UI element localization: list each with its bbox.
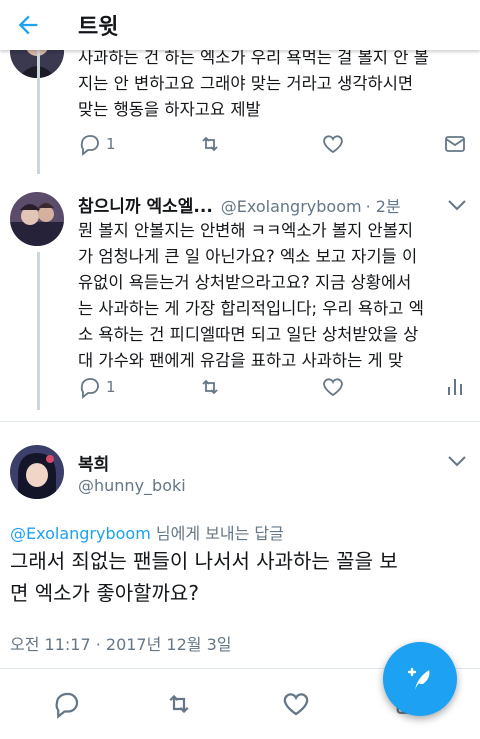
tweet-line: 뭔 볼지 안볼지는 안변해 ㅋㅋ엑소가 볼지 안볼지 xyxy=(78,221,414,240)
like-icon xyxy=(323,378,343,397)
avatar[interactable] xyxy=(10,445,64,499)
chevron-down-icon[interactable] xyxy=(446,198,468,212)
main-tweet-text: 그래서 죄없는 팬들이 나서서 사과하는 꼴을 보 면 엑소가 좋아할까요? xyxy=(10,545,398,609)
retweet-icon xyxy=(202,136,218,152)
reply-to-handle[interactable]: @Exolangryboom xyxy=(10,524,151,543)
thread-connector xyxy=(37,252,40,410)
tweet-line: 면 엑소가 좋아할까요? xyxy=(10,581,199,605)
top-app-bar: 트윗 xyxy=(0,0,480,50)
tweet-timestamp[interactable]: 오전 11:17 · 2017년 12월 3일 xyxy=(10,631,231,655)
divider xyxy=(0,421,480,422)
reply-icon xyxy=(80,378,99,399)
like-icon[interactable] xyxy=(281,689,311,719)
user-handle[interactable]: @Exolangryboom xyxy=(221,197,362,216)
reply-count: 1 xyxy=(106,378,116,396)
message-button[interactable] xyxy=(443,132,467,156)
retweet-button[interactable] xyxy=(198,132,222,156)
display-name[interactable]: 참으니까 엑소엘... xyxy=(78,197,213,217)
compose-tweet-button[interactable] xyxy=(383,642,457,716)
page-title: 트윗 xyxy=(78,15,119,40)
analytics-icon xyxy=(448,379,462,395)
user-handle[interactable]: @hunny_boki xyxy=(78,476,186,495)
retweet-button[interactable] xyxy=(198,375,222,399)
like-button[interactable] xyxy=(321,132,345,156)
like-icon xyxy=(323,135,343,154)
compose-tweet-icon xyxy=(407,667,430,690)
avatar[interactable] xyxy=(10,192,64,246)
tweet-line: 대 가수와 팬에게 유감을 표하고 사과하는 게 맞 xyxy=(78,351,404,370)
tweet-line: 맞는 행동을 하자고요 제발 xyxy=(78,100,261,119)
reply-button[interactable]: 1 xyxy=(78,132,116,156)
tweet-line: 지는 안 변하고요 그래야 맞는 거라고 생각하시면 xyxy=(78,74,414,93)
chevron-down-icon[interactable] xyxy=(446,454,468,468)
tweet-header: 참으니까 엑소엘... @Exolangryboom · 2분 xyxy=(78,192,470,217)
display-name[interactable]: 복희 xyxy=(78,450,109,475)
tweet-time: · 2분 xyxy=(365,197,401,216)
tweet-line: 소 욕하는 건 피디엘따면 되고 일단 상처받았을 상 xyxy=(78,325,419,344)
message-icon xyxy=(445,136,465,152)
tweet-line: 는 사과하는 게 가장 합리적입니다; 우리 욕하고 엑 xyxy=(78,299,424,318)
reply-button[interactable]: 1 xyxy=(78,375,116,399)
back-arrow-icon[interactable] xyxy=(14,11,42,39)
tweet-line: 그래서 죄없는 팬들이 나서서 사과하는 꼴을 보 xyxy=(10,549,398,573)
tweet-actions: 1 xyxy=(78,375,470,405)
thread-connector xyxy=(37,50,40,174)
reply-count: 1 xyxy=(106,135,116,153)
tweet-actions: 1 xyxy=(78,132,470,162)
reply-context: @Exolangryboom 님에게 보내는 답글 xyxy=(10,520,284,544)
reply-icon xyxy=(80,135,99,156)
tweet-line: 가 엄청나게 큰 일 아닌가요? 엑소 보고 자기들 이 xyxy=(78,247,418,266)
reply-icon[interactable] xyxy=(52,689,82,719)
reply-to-suffix: 님에게 보내는 답글 xyxy=(150,524,284,543)
like-button[interactable] xyxy=(321,375,345,399)
tweet-text: 뭔 볼지 안볼지는 안변해 ㅋㅋ엑소가 볼지 안볼지 가 엄청나게 큰 일 아닌… xyxy=(78,218,424,374)
retweet-icon[interactable] xyxy=(164,689,194,719)
tweet-text: 사과하는 건 하는 엑소가 우리 욕먹는 걸 볼지 안 볼 지는 안 변하고요 … xyxy=(78,45,429,123)
retweet-icon xyxy=(202,379,218,395)
tweet-line: 유없이 욕듣는거 상처받으라고요? 지금 상황에서 xyxy=(78,273,412,292)
analytics-button[interactable] xyxy=(443,375,467,399)
